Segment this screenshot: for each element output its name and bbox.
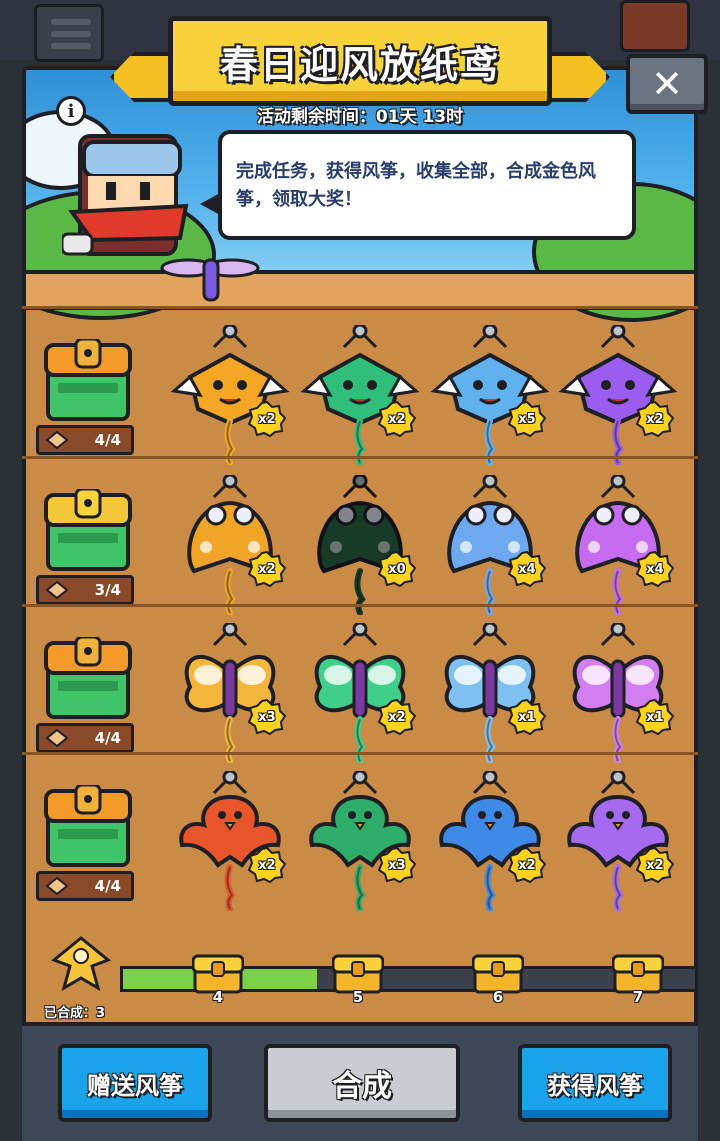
milestone-chest[interactable]: 6 <box>471 952 525 1006</box>
kite-row: 3/4 x2 x0 x4 x4 <box>22 456 698 616</box>
merged-count: 已合成：3 <box>44 1006 106 1021</box>
row-progress-tag: 4/4 <box>36 425 134 455</box>
row-progress-text: 3/4 <box>94 581 121 599</box>
mini-kite-icon <box>45 728 69 748</box>
milestone-chest[interactable]: 7 <box>611 952 665 1006</box>
kite-item[interactable] <box>558 621 678 764</box>
kite-item[interactable] <box>430 769 550 912</box>
dragonfly-kite <box>160 258 260 302</box>
combine-button[interactable]: 合成 <box>264 1044 460 1122</box>
kite-count-badge: x2 <box>248 401 286 437</box>
kite-row: 4/4 x2 x3 x2 x2 <box>22 752 698 912</box>
reward-chest[interactable] <box>44 635 132 721</box>
kite-count-badge: x2 <box>378 401 416 437</box>
kite-item[interactable] <box>430 621 550 764</box>
kite-item[interactable] <box>300 323 420 466</box>
profile-avatar[interactable] <box>620 0 690 52</box>
milestone-number: 7 <box>632 988 644 1006</box>
kite-count-text: x2 <box>646 857 664 873</box>
kite-count-badge: x1 <box>636 699 674 735</box>
reward-chest[interactable] <box>44 783 132 869</box>
kite-item[interactable] <box>170 473 290 616</box>
kite-count-badge: x2 <box>636 847 674 883</box>
obtain-kite-button[interactable]: 获得风筝 <box>518 1044 672 1122</box>
kite-count-text: x4 <box>646 561 664 577</box>
kite-count-text: x2 <box>388 709 406 725</box>
page-title: 春日迎风放纸鸢 <box>219 42 500 87</box>
kite-item[interactable] <box>170 769 290 912</box>
kite-item[interactable] <box>558 323 678 466</box>
kite-count-text: x4 <box>518 561 536 577</box>
kite-count-text: x2 <box>646 411 664 427</box>
kite-count-badge: x3 <box>248 699 286 735</box>
title-banner: 春日迎风放纸鸢 <box>110 16 610 106</box>
mini-kite-icon <box>45 580 69 600</box>
kite-count-text: x0 <box>388 561 406 577</box>
golden-kite-icon <box>51 936 111 992</box>
kite-count-badge: x2 <box>378 699 416 735</box>
kite-count-badge: x2 <box>248 847 286 883</box>
kite-count-text: x2 <box>258 857 276 873</box>
kite-count-text: x3 <box>258 709 276 725</box>
kite-item[interactable] <box>170 621 290 764</box>
kite-count-badge: x2 <box>248 551 286 587</box>
kite-count-badge: x5 <box>508 401 546 437</box>
row-progress-text: 4/4 <box>94 729 121 747</box>
menu-icon[interactable] <box>34 4 104 62</box>
row-progress-text: 4/4 <box>94 877 121 895</box>
speech-bubble: 完成任务，获得风筝，收集全部，合成金色风筝，领取大奖！ <box>200 130 636 240</box>
kite-item[interactable] <box>300 621 420 764</box>
milestone-number: 6 <box>492 988 504 1006</box>
row-progress-text: 4/4 <box>94 431 121 449</box>
milestone-number: 5 <box>352 988 364 1006</box>
row-progress-tag: 4/4 <box>36 723 134 753</box>
kite-count-text: x2 <box>258 561 276 577</box>
kite-count-badge: x2 <box>508 847 546 883</box>
kite-count-text: x3 <box>388 857 406 873</box>
kite-row: 4/4 x2 x2 x5 x2 <box>22 306 698 466</box>
kite-count-text: x2 <box>388 411 406 427</box>
milestone-chest[interactable]: 5 <box>331 952 385 1006</box>
milestone-chest[interactable]: 4 <box>191 952 245 1006</box>
kite-count-badge: x2 <box>636 401 674 437</box>
kite-count-text: x1 <box>518 709 536 725</box>
reward-chest[interactable] <box>44 487 132 573</box>
kite-item[interactable] <box>170 323 290 466</box>
reward-chest[interactable] <box>44 337 132 423</box>
kite-item[interactable] <box>300 473 420 616</box>
kite-count-badge: x0 <box>378 551 416 587</box>
kite-count-badge: x4 <box>508 551 546 587</box>
kite-item[interactable] <box>558 769 678 912</box>
kite-row: 4/4 x3 x2 x1 x1 <box>22 604 698 764</box>
mini-kite-icon <box>45 876 69 896</box>
title-box: 春日迎风放纸鸢 <box>168 16 552 106</box>
kite-count-text: x1 <box>646 709 664 725</box>
row-progress-tag: 3/4 <box>36 575 134 605</box>
event-timer: 活动剩余时间：01天 13时 <box>256 107 464 127</box>
mini-kite-icon <box>45 430 69 450</box>
gift-kite-button[interactable]: 赠送风筝 <box>58 1044 212 1122</box>
milestone-number: 4 <box>212 988 224 1006</box>
kite-count-text: x2 <box>258 411 276 427</box>
kite-item[interactable] <box>430 473 550 616</box>
row-progress-tag: 4/4 <box>36 871 134 901</box>
kite-count-badge: x4 <box>636 551 674 587</box>
kite-count-badge: x1 <box>508 699 546 735</box>
kite-item[interactable] <box>558 473 678 616</box>
kite-count-badge: x3 <box>378 847 416 883</box>
kite-item[interactable] <box>300 769 420 912</box>
kite-item[interactable] <box>430 323 550 466</box>
kite-count-text: x2 <box>518 857 536 873</box>
kite-count-text: x5 <box>518 411 536 427</box>
